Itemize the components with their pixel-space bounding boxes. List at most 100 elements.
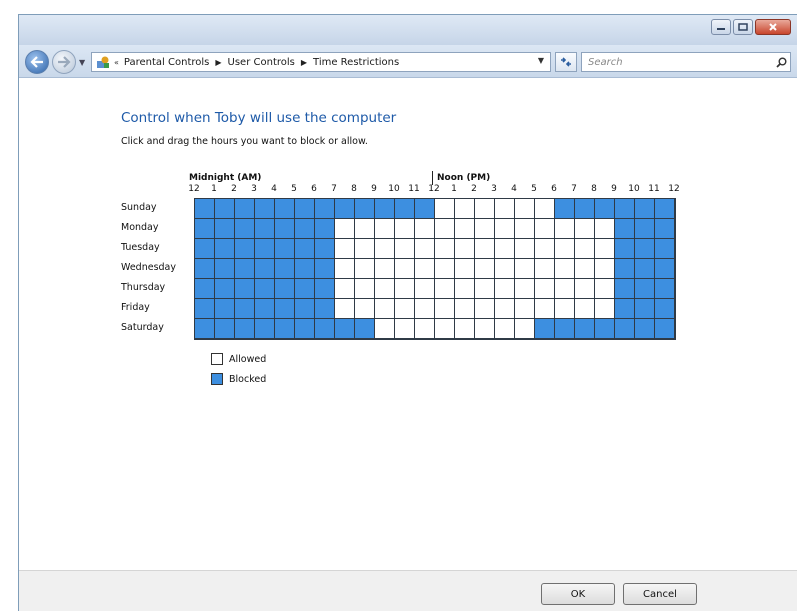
hour-cell-allowed[interactable] <box>455 299 475 319</box>
hour-cell-allowed[interactable] <box>495 219 515 239</box>
hour-cell-blocked[interactable] <box>275 299 295 319</box>
hour-cell-allowed[interactable] <box>395 239 415 259</box>
hour-cell-blocked[interactable] <box>415 199 435 219</box>
hour-cell-allowed[interactable] <box>435 239 455 259</box>
hour-cell-blocked[interactable] <box>595 319 615 339</box>
hour-cell-blocked[interactable] <box>615 239 635 259</box>
hour-cell-blocked[interactable] <box>295 239 315 259</box>
hour-cell-blocked[interactable] <box>635 219 655 239</box>
hour-cell-blocked[interactable] <box>635 199 655 219</box>
hour-cell-allowed[interactable] <box>355 219 375 239</box>
hour-cell-allowed[interactable] <box>515 219 535 239</box>
hour-cell-blocked[interactable] <box>215 319 235 339</box>
hour-cell-blocked[interactable] <box>395 199 415 219</box>
hour-cell-allowed[interactable] <box>455 259 475 279</box>
hour-cell-blocked[interactable] <box>215 199 235 219</box>
hour-cell-blocked[interactable] <box>575 199 595 219</box>
hour-cell-blocked[interactable] <box>655 299 675 319</box>
recent-pages-dropdown-icon[interactable]: ▼ <box>79 58 85 67</box>
hour-cell-blocked[interactable] <box>295 219 315 239</box>
hour-cell-blocked[interactable] <box>255 219 275 239</box>
hour-cell-allowed[interactable] <box>455 239 475 259</box>
hour-cell-allowed[interactable] <box>415 219 435 239</box>
hour-cell-allowed[interactable] <box>595 219 615 239</box>
hour-cell-allowed[interactable] <box>515 199 535 219</box>
search-input[interactable]: Search <box>582 57 772 68</box>
hour-cell-allowed[interactable] <box>375 279 395 299</box>
hour-cell-allowed[interactable] <box>335 279 355 299</box>
hour-cell-blocked[interactable] <box>235 259 255 279</box>
hour-cell-blocked[interactable] <box>255 299 275 319</box>
hour-cell-allowed[interactable] <box>535 199 555 219</box>
hour-cell-blocked[interactable] <box>615 299 635 319</box>
hour-cell-blocked[interactable] <box>295 259 315 279</box>
hour-cell-allowed[interactable] <box>555 279 575 299</box>
hour-cell-allowed[interactable] <box>575 279 595 299</box>
hour-cell-allowed[interactable] <box>495 199 515 219</box>
hour-cell-allowed[interactable] <box>395 319 415 339</box>
hour-cell-blocked[interactable] <box>375 199 395 219</box>
hour-cell-allowed[interactable] <box>475 219 495 239</box>
hour-cell-allowed[interactable] <box>375 259 395 279</box>
hour-cell-blocked[interactable] <box>235 239 255 259</box>
hour-cell-blocked[interactable] <box>335 319 355 339</box>
time-restriction-grid[interactable] <box>194 198 676 340</box>
hour-cell-blocked[interactable] <box>275 319 295 339</box>
hour-cell-blocked[interactable] <box>255 279 275 299</box>
minimize-button[interactable] <box>711 19 731 35</box>
hour-cell-blocked[interactable] <box>195 199 215 219</box>
hour-cell-blocked[interactable] <box>355 319 375 339</box>
hour-cell-blocked[interactable] <box>235 319 255 339</box>
hour-cell-allowed[interactable] <box>335 239 355 259</box>
hour-cell-blocked[interactable] <box>655 199 675 219</box>
search-icon-button[interactable] <box>772 57 790 68</box>
hour-cell-allowed[interactable] <box>575 239 595 259</box>
hour-cell-allowed[interactable] <box>595 279 615 299</box>
hour-cell-allowed[interactable] <box>495 299 515 319</box>
hour-cell-blocked[interactable] <box>215 239 235 259</box>
hour-cell-allowed[interactable] <box>555 299 575 319</box>
breadcrumb-overflow-icon[interactable]: « <box>114 58 119 67</box>
hour-cell-blocked[interactable] <box>195 219 215 239</box>
hour-cell-allowed[interactable] <box>475 319 495 339</box>
hour-cell-allowed[interactable] <box>575 299 595 319</box>
hour-cell-allowed[interactable] <box>435 279 455 299</box>
hour-cell-blocked[interactable] <box>635 279 655 299</box>
hour-cell-allowed[interactable] <box>495 239 515 259</box>
hour-cell-blocked[interactable] <box>275 239 295 259</box>
hour-cell-blocked[interactable] <box>295 299 315 319</box>
hour-cell-blocked[interactable] <box>215 259 235 279</box>
hour-cell-allowed[interactable] <box>515 239 535 259</box>
hour-cell-allowed[interactable] <box>335 299 355 319</box>
hour-cell-blocked[interactable] <box>295 199 315 219</box>
hour-cell-blocked[interactable] <box>315 319 335 339</box>
hour-cell-allowed[interactable] <box>375 219 395 239</box>
hour-cell-allowed[interactable] <box>515 319 535 339</box>
hour-cell-blocked[interactable] <box>235 279 255 299</box>
hour-cell-blocked[interactable] <box>195 279 215 299</box>
hour-cell-blocked[interactable] <box>635 319 655 339</box>
hour-cell-blocked[interactable] <box>655 219 675 239</box>
hour-cell-allowed[interactable] <box>535 299 555 319</box>
hour-cell-allowed[interactable] <box>475 239 495 259</box>
hour-cell-blocked[interactable] <box>295 319 315 339</box>
hour-cell-blocked[interactable] <box>195 259 215 279</box>
hour-cell-allowed[interactable] <box>355 259 375 279</box>
hour-cell-blocked[interactable] <box>615 199 635 219</box>
hour-cell-blocked[interactable] <box>615 279 635 299</box>
hour-cell-allowed[interactable] <box>415 319 435 339</box>
hour-cell-allowed[interactable] <box>455 319 475 339</box>
hour-cell-allowed[interactable] <box>535 259 555 279</box>
hour-cell-allowed[interactable] <box>575 259 595 279</box>
hour-cell-allowed[interactable] <box>355 279 375 299</box>
hour-cell-blocked[interactable] <box>615 319 635 339</box>
ok-button[interactable]: OK <box>541 583 615 605</box>
hour-cell-blocked[interactable] <box>275 259 295 279</box>
hour-cell-blocked[interactable] <box>575 319 595 339</box>
hour-cell-allowed[interactable] <box>435 219 455 239</box>
forward-button[interactable] <box>52 50 76 74</box>
hour-cell-allowed[interactable] <box>455 279 475 299</box>
hour-cell-blocked[interactable] <box>315 279 335 299</box>
hour-cell-allowed[interactable] <box>395 299 415 319</box>
hour-cell-blocked[interactable] <box>555 319 575 339</box>
